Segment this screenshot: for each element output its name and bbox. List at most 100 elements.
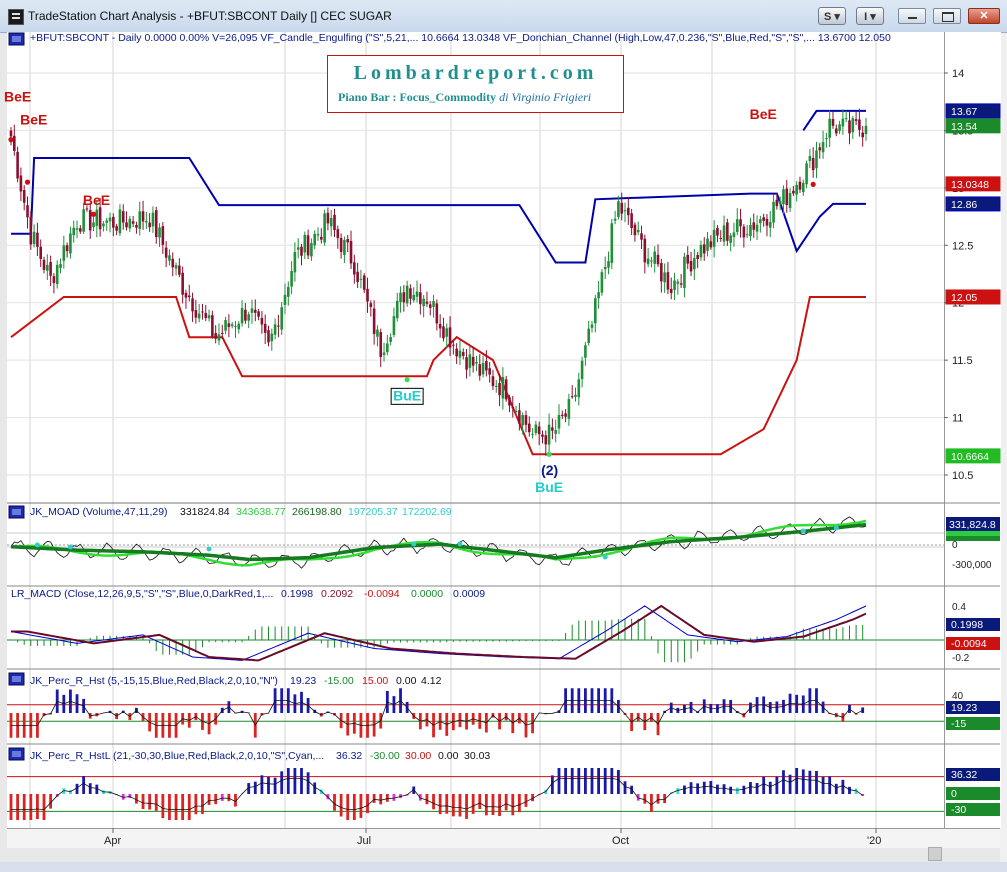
candle-body — [498, 382, 501, 396]
tag-close-text: 13.54 — [951, 121, 977, 133]
perc-r-l-bar — [808, 770, 812, 794]
candle-body — [16, 151, 19, 179]
candle-body — [197, 313, 201, 319]
candle-body — [267, 330, 270, 343]
candle-body — [716, 227, 719, 236]
perc-r-l-bar — [438, 794, 442, 815]
candle-body — [643, 238, 647, 263]
candle-body — [597, 292, 600, 299]
candle-body — [428, 304, 432, 308]
perc-r-l-bar — [75, 783, 79, 794]
candle-body — [686, 254, 690, 264]
tag-high-text: 13.67 — [951, 106, 977, 118]
candle-body — [323, 213, 326, 243]
candle-body — [772, 201, 775, 223]
logo-subtitle-row: Piano Bar : Focus_Commodity di Virginio … — [338, 90, 591, 105]
candle-body — [32, 231, 36, 245]
moad-tag-text: 331,824.8 — [949, 519, 996, 531]
candle-body — [445, 328, 449, 337]
candle-body — [759, 219, 762, 224]
logo-subtitle: Piano Bar : Focus_Commodity — [338, 90, 497, 104]
candle-body — [405, 285, 409, 304]
candle-body — [386, 343, 389, 353]
candle-body — [729, 235, 732, 243]
perc-r-l-value-2: -30.00 — [370, 750, 400, 762]
candle-body — [435, 303, 439, 324]
candle-body — [574, 394, 577, 397]
candle-body — [227, 323, 231, 327]
candle-body — [831, 118, 835, 126]
candle-body — [85, 208, 89, 210]
candle-body — [742, 226, 746, 238]
perc-r-l-bar — [174, 794, 178, 820]
candle-body — [693, 258, 696, 270]
price-panel-header: +BFUT:SBCONT - Daily 0.0000 0.00% V=26,0… — [30, 32, 891, 44]
chart-canvas[interactable]: BeEBeEBeEBeEBuE(2)BuE +BFUT:SBCONT - Dai… — [0, 0, 1007, 872]
perc-r-l-tag3-text: -30 — [951, 804, 966, 816]
candle-body — [178, 265, 181, 275]
perc-r-l-bar — [161, 794, 165, 819]
moad-cross-dot — [34, 542, 40, 548]
candle-body — [594, 298, 597, 324]
moad-value-2: 343638.77 — [236, 506, 286, 518]
candle-body — [584, 345, 587, 358]
perc-r-l-bar — [227, 794, 231, 802]
candle-body — [709, 241, 713, 248]
candle-body — [465, 357, 468, 370]
perc-r-l-bar — [735, 787, 739, 794]
candle-body — [296, 247, 300, 250]
candle-body — [782, 189, 785, 205]
candle-body — [362, 275, 366, 290]
candle-body — [402, 292, 406, 303]
perc-r-panel[interactable]: 4019.23-15 JK_Perc_R_Hst (5,-15,15,Blue,… — [7, 675, 1000, 738]
perc-r-l-bar — [141, 794, 145, 810]
candle-body — [732, 232, 736, 238]
moad-cross-dot — [206, 546, 212, 552]
perc-r-l-bar — [366, 794, 369, 814]
macd-panel[interactable]: 0.4 0.1998 -0.0094 -0.2 LR_MACD (Close,12,2… — [7, 588, 1000, 664]
moad-value-1: 331824.84 — [180, 506, 230, 518]
perc-r-l-bar — [29, 794, 33, 820]
candle-body — [300, 246, 303, 256]
perc-r-l-bar — [181, 794, 185, 820]
candle-body — [650, 260, 653, 262]
candle-body — [676, 281, 680, 284]
moad-panel[interactable]: 331,824.8 0 -300,000 JK_MOAD (Volume,47,11… — [7, 506, 1000, 571]
perc-r-l-value-3: 30.00 — [405, 750, 431, 762]
candle-body — [29, 216, 33, 245]
candle-body — [217, 334, 221, 341]
candle-body — [600, 272, 604, 293]
candle-body — [62, 245, 66, 261]
perc-r-l-bar — [755, 783, 759, 794]
perc-r-l-bar — [570, 768, 574, 794]
perc-r-l-bar — [834, 783, 838, 794]
moad-value-4: 197205.37 — [348, 506, 398, 518]
candle-body — [240, 308, 244, 324]
candle-body — [749, 224, 752, 237]
perc-r-l-bar — [372, 794, 376, 803]
perc-r-l-bar — [306, 772, 310, 794]
perc-r-l-line — [11, 777, 863, 811]
candle-body — [234, 325, 237, 327]
candle-body — [521, 415, 524, 426]
perc-r-l-bar — [749, 782, 752, 794]
perc-r-l-bar — [504, 794, 508, 811]
perc-r-l-bar — [722, 784, 726, 794]
perc-r-l-bar — [273, 777, 277, 794]
candle-body — [257, 311, 260, 317]
candle-body — [762, 217, 765, 221]
candle-body — [864, 125, 868, 134]
candle-body — [214, 333, 217, 339]
candle-body — [9, 130, 13, 137]
perc-r-l-bar — [333, 794, 336, 811]
perc-r-l-bar — [498, 794, 501, 817]
perc-r-l-bar — [313, 782, 317, 794]
macd-signal-line — [11, 604, 867, 662]
candle-body — [336, 229, 340, 239]
candle-body — [518, 410, 521, 424]
annotation-label: BuE — [393, 387, 421, 403]
donchian-channel — [10, 109, 866, 456]
time-label: '20 — [867, 835, 881, 847]
perc-r-l-panel[interactable]: 36.32 0 -30 JK_Perc_R_HstL (21,-30,30,Blue… — [7, 750, 1000, 820]
candle-body — [442, 326, 445, 339]
